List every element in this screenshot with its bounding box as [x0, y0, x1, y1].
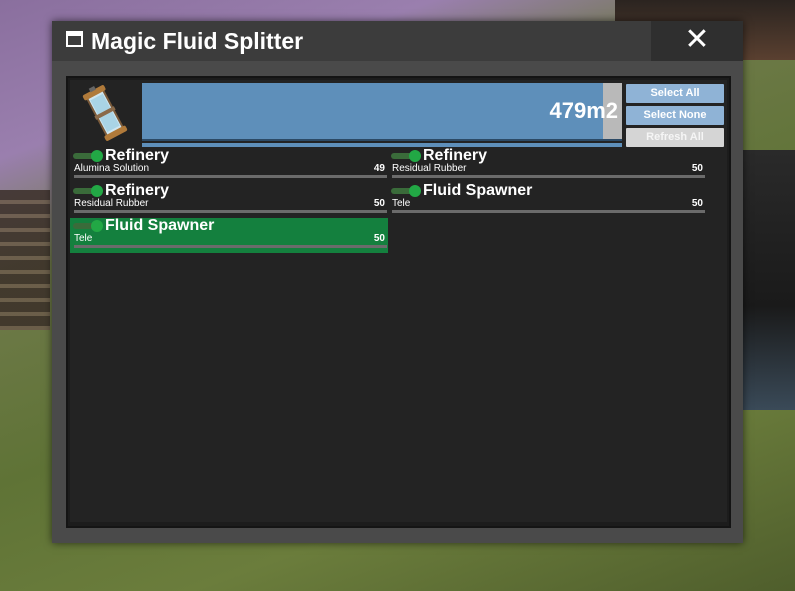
output-toggle[interactable]	[73, 150, 103, 162]
output-amount-bar	[74, 210, 387, 213]
output-entry[interactable]: Fluid Spawner Tele 50	[70, 217, 388, 253]
output-amount: 50	[691, 163, 703, 174]
output-entry[interactable]: Refinery Residual Rubber 50	[70, 182, 388, 218]
tank-capacity-bar: 479m2	[142, 83, 622, 141]
output-entry[interactable]: Refinery Residual Rubber 50	[388, 147, 706, 183]
toggle-knob	[91, 150, 103, 162]
window-title: Magic Fluid Splitter	[91, 28, 304, 54]
close-button[interactable]: ✕	[651, 21, 743, 61]
output-toggle[interactable]	[391, 150, 421, 162]
output-machine-name: Fluid Spawner	[423, 182, 533, 199]
select-none-button[interactable]: Select None	[626, 106, 724, 125]
splitter-panel-inner: 479m2 Select All Select None Refresh All…	[70, 80, 727, 522]
output-amount: 50	[691, 198, 703, 209]
refresh-all-button[interactable]: Refresh All	[626, 128, 724, 147]
tank-capacity-value: 479m2	[549, 98, 618, 123]
output-fluid-name: Residual Rubber	[392, 163, 467, 174]
output-entry[interactable]: Refinery Alumina Solution 49	[70, 147, 388, 183]
output-amount-bar	[392, 175, 705, 178]
output-machine-name: Fluid Spawner	[105, 217, 215, 234]
toggle-knob	[409, 185, 421, 197]
window-titlebar[interactable]: Magic Fluid Splitter ✕	[52, 21, 743, 61]
window-icon	[66, 31, 83, 47]
output-amount: 50	[373, 198, 385, 209]
output-amount: 50	[373, 233, 385, 244]
toggle-knob	[91, 220, 103, 232]
select-all-button[interactable]: Select All	[626, 84, 724, 103]
output-toggle[interactable]	[391, 185, 421, 197]
output-fluid-name: Residual Rubber	[74, 198, 149, 209]
background-scenery-right	[735, 150, 795, 410]
output-fluid-name: Tele	[392, 198, 411, 209]
tank-capacity-underline	[142, 143, 622, 147]
output-toggle[interactable]	[73, 220, 103, 232]
fluid-tank-icon	[82, 85, 128, 141]
output-entry[interactable]: Fluid Spawner Tele 50	[388, 182, 706, 218]
output-amount-bar	[392, 210, 705, 213]
output-toggle[interactable]	[73, 185, 103, 197]
output-amount-bar	[74, 245, 387, 248]
toggle-knob	[91, 185, 103, 197]
output-fluid-name: Tele	[74, 233, 93, 244]
output-fluid-name: Alumina Solution	[74, 163, 150, 174]
magic-fluid-splitter-window: Magic Fluid Splitter ✕ 479m2 Select All	[52, 21, 743, 543]
splitter-panel: 479m2 Select All Select None Refresh All…	[66, 76, 731, 528]
output-amount-bar	[74, 175, 387, 178]
output-amount: 49	[373, 163, 385, 174]
toggle-knob	[409, 150, 421, 162]
background-scenery-left	[0, 190, 50, 330]
